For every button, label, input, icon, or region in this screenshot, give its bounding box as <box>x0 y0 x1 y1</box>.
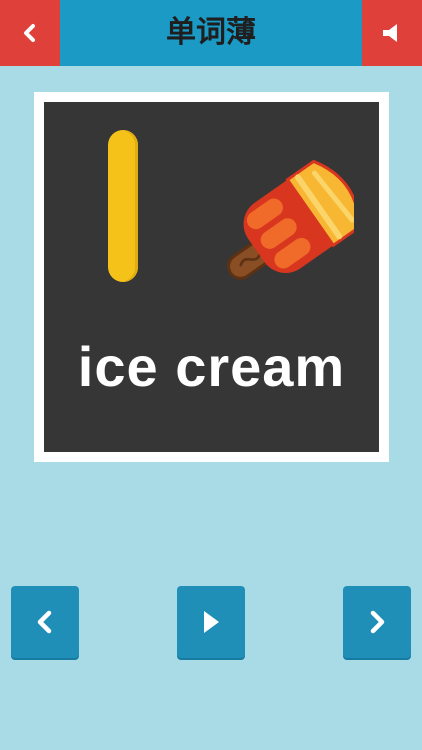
play-button[interactable] <box>177 586 245 658</box>
next-button[interactable] <box>343 586 411 658</box>
chevron-right-icon <box>370 610 385 634</box>
card-word: ice cream <box>77 335 346 398</box>
speaker-icon <box>383 24 397 42</box>
chevron-left-icon <box>37 610 52 634</box>
word-card-inner: ice cream <box>44 102 379 452</box>
word-card: ice cream <box>34 92 389 462</box>
sound-button[interactable] <box>362 0 422 66</box>
letter-illustration <box>108 130 138 282</box>
top-bar: 单词薄 <box>0 0 422 66</box>
popsicle-image <box>227 159 354 280</box>
previous-button[interactable] <box>11 586 79 658</box>
page-title: 单词薄 <box>166 15 256 50</box>
back-button[interactable] <box>0 0 60 66</box>
chevron-left-icon <box>24 24 35 42</box>
play-icon <box>204 611 219 633</box>
